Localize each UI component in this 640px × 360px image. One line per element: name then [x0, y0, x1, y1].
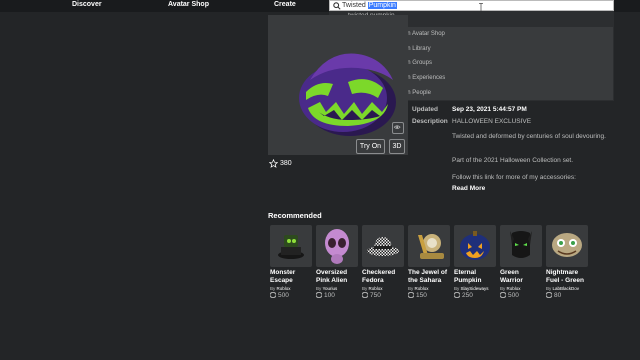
recommended-item[interactable]: Checkered Fedora By Roblox 750 [362, 225, 404, 299]
updated-value: Sep 23, 2021 5:44:57 PM [452, 106, 527, 113]
creator-by-label: By [500, 286, 506, 291]
nightmare-fuel-image [552, 233, 582, 257]
item-creator: By LabBlackDov [546, 286, 588, 291]
try-on-button[interactable]: Try On [356, 139, 385, 154]
item-thumbnail [408, 225, 450, 267]
nav-avatar-shop[interactable]: Avatar Shop [168, 1, 209, 8]
jewel-of-sahara-image [418, 234, 444, 259]
robux-icon [362, 292, 368, 298]
item-price: 500 [500, 292, 542, 299]
item-thumbnail [454, 225, 496, 267]
item-price: 750 [362, 292, 404, 299]
robux-icon [270, 292, 276, 298]
recommended-item[interactable]: Eternal Pumpkin By SlaySideways 250 [454, 225, 496, 299]
recommended-item[interactable]: Oversized Pink Alien By Yourius 100 [316, 225, 358, 299]
price-value: 750 [370, 292, 381, 299]
nav-discover[interactable]: Discover [72, 1, 102, 8]
item-creator: By SlaySideways [454, 286, 496, 291]
creator-by-label: By [546, 286, 552, 291]
robux-icon [546, 292, 552, 298]
item-creator: By Roblox [500, 286, 542, 291]
nav-create[interactable]: Create [274, 1, 296, 8]
price-value: 150 [416, 292, 427, 299]
item-preview [268, 15, 408, 155]
creator-name[interactable]: Roblox [415, 286, 429, 291]
view-3d-button[interactable]: 3D [389, 139, 405, 154]
item-price: 100 [316, 292, 358, 299]
robux-icon [408, 292, 414, 298]
item-price: 500 [270, 292, 312, 299]
creator-by-label: By [454, 286, 460, 291]
item-thumbnail [316, 225, 358, 267]
item-name[interactable]: Checkered Fedora [362, 269, 404, 285]
creator-name[interactable]: LabBlackDov [553, 286, 580, 291]
updated-label: Updated [412, 106, 438, 113]
creator-name[interactable]: Yourius [322, 286, 337, 291]
read-more-link[interactable]: Read More [452, 185, 485, 192]
star-icon[interactable] [269, 159, 278, 168]
recommended-item[interactable]: Green Warrior By Roblox 500 [500, 225, 542, 299]
search-text: Twisted Pumpkin [342, 2, 397, 9]
robux-icon [500, 292, 506, 298]
search-input[interactable]: Twisted Pumpkin [329, 0, 614, 11]
recommended-item[interactable]: The Jewel of the Sahara By Roblox 150 [408, 225, 450, 299]
price-value: 500 [278, 292, 289, 299]
price-value: 80 [554, 292, 562, 299]
robux-icon [316, 292, 322, 298]
item-name[interactable]: Nightmare Fuel - Green [546, 269, 588, 285]
item-thumbnail [362, 225, 404, 267]
item-thumbnail [500, 225, 542, 267]
description-label: Description [412, 118, 448, 125]
search-icon [333, 2, 341, 10]
item-name[interactable]: Monster Escape [270, 269, 312, 285]
item-name[interactable]: Oversized Pink Alien [316, 269, 358, 285]
search-typed-prefix: Twisted [342, 2, 368, 9]
description-line-1: HALLOWEEN EXCLUSIVE [452, 118, 532, 125]
creator-by-label: By [408, 286, 414, 291]
checkered-fedora-image [367, 237, 399, 256]
item-price: 150 [408, 292, 450, 299]
price-value: 250 [462, 292, 473, 299]
green-warrior-image [510, 231, 532, 258]
price-value: 100 [324, 292, 335, 299]
creator-name[interactable]: Roblox [369, 286, 383, 291]
creator-name[interactable]: SlaySideways [461, 286, 489, 291]
description-line-2: Twisted and deformed by centuries of sou… [452, 133, 606, 140]
twisted-pumpkin-image [299, 53, 396, 136]
price-value: 500 [508, 292, 519, 299]
item-thumbnail [270, 225, 312, 267]
view-toggle-button[interactable] [392, 122, 404, 134]
item-creator: By Roblox [362, 286, 404, 291]
item-price: 80 [546, 292, 588, 299]
description-line-4: Follow this link for more of my accessor… [452, 174, 576, 181]
pink-alien-image [325, 229, 349, 264]
item-name[interactable]: The Jewel of the Sahara [408, 269, 450, 285]
item-name[interactable]: Green Warrior [500, 269, 542, 285]
creator-name[interactable]: Roblox [507, 286, 521, 291]
creator-by-label: By [270, 286, 276, 291]
robux-icon [454, 292, 460, 298]
creator-by-label: By [316, 286, 322, 291]
recommended-item[interactable]: Monster Escape By Roblox 500 [270, 225, 312, 299]
item-creator: By Yourius [316, 286, 358, 291]
creator-by-label: By [362, 286, 368, 291]
item-creator: By Roblox [270, 286, 312, 291]
item-thumbnail [546, 225, 588, 267]
creator-name[interactable]: Roblox [277, 286, 291, 291]
eternal-pumpkin-image [460, 231, 490, 260]
search-selected-text: Pumpkin [367, 2, 397, 9]
item-price: 250 [454, 292, 496, 299]
item-creator: By Roblox [408, 286, 450, 291]
monster-escape-image [278, 235, 304, 259]
description-line-3: Part of the 2021 Halloween Collection se… [452, 157, 574, 164]
recommended-title: Recommended [268, 211, 322, 220]
favorite-count: 380 [280, 160, 292, 167]
item-name[interactable]: Eternal Pumpkin [454, 269, 496, 285]
eye-icon [393, 125, 401, 129]
recommended-item[interactable]: Nightmare Fuel - Green By LabBlackDov 80 [546, 225, 588, 299]
